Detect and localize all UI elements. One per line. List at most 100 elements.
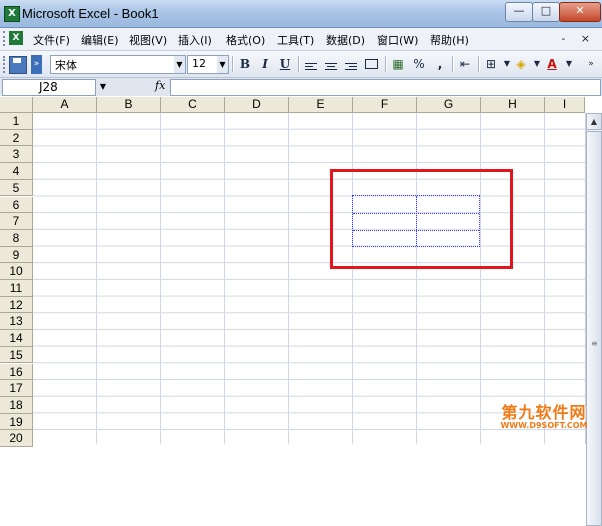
title-bar: X Microsoft Excel - Book1 — □ ✕ — [0, 0, 602, 28]
menu-grip-handle[interactable] — [3, 31, 8, 46]
close-button[interactable]: ✕ — [559, 2, 601, 22]
column-header-d[interactable]: D — [225, 97, 289, 113]
column-header-c[interactable]: C — [161, 97, 225, 113]
bold-button[interactable]: B — [236, 55, 254, 73]
toolbar-options-chevron-icon[interactable]: » — [31, 55, 42, 74]
align-right-button[interactable] — [342, 55, 360, 73]
row-header-7[interactable]: 7 — [0, 213, 33, 230]
column-header-a[interactable]: A — [33, 97, 97, 113]
font-name-dropdown-arrow-icon[interactable]: ▼ — [174, 55, 186, 74]
watermark-logo-text: 第九软件网 — [501, 403, 587, 422]
toolbar-grip-handle[interactable] — [3, 56, 8, 73]
toolbar-separator — [298, 56, 300, 72]
row-header-20[interactable]: 20 — [0, 430, 33, 447]
menu-window[interactable]: 窗口(W) — [377, 32, 418, 48]
font-size-value: 12 — [192, 57, 206, 70]
menu-help[interactable]: 帮助(H) — [430, 32, 469, 48]
row-header-17[interactable]: 17 — [0, 380, 33, 397]
name-box-dropdown-arrow-icon[interactable]: ▼ — [96, 79, 110, 94]
menu-tools[interactable]: 工具(T) — [277, 32, 314, 48]
insert-function-icon[interactable]: fx — [155, 79, 165, 92]
row-header-12[interactable]: 12 — [0, 296, 33, 314]
cell-area[interactable] — [33, 113, 585, 444]
row-header-16[interactable]: 16 — [0, 363, 33, 381]
row-header-15[interactable]: 15 — [0, 346, 33, 364]
menu-bar: X 文件(F) 编辑(E) 视图(V) 插入(I) 格式(O) 工具(T) 数据… — [0, 28, 602, 51]
row-header-9[interactable]: 9 — [0, 246, 33, 264]
toolbar-separator — [385, 56, 387, 72]
menu-format[interactable]: 格式(O) — [226, 32, 265, 48]
toolbar-separator — [232, 56, 234, 72]
row-header-10[interactable]: 10 — [0, 263, 33, 280]
menu-insert[interactable]: 插入(I) — [178, 32, 212, 48]
floppy-disk-icon — [13, 58, 21, 63]
row-header-3[interactable]: 3 — [0, 146, 33, 164]
font-size-dropdown-arrow-icon[interactable]: ▼ — [217, 55, 229, 74]
worksheet-grid: A B C D E F G H I 1 2 3 4 5 6 7 8 9 10 11 12 13 14 15 16 17 18 19 20 — [0, 97, 602, 447]
excel-icon[interactable]: X — [4, 6, 20, 22]
formatting-toolbar: » 宋体 ▼ 12 ▼ B I U ▦ % , ⇤ ⊞ ▼ ◈ ▼ A ▼ » — [0, 51, 602, 78]
italic-button[interactable]: I — [256, 55, 274, 73]
column-header-e[interactable]: E — [289, 97, 353, 113]
row-header-18[interactable]: 18 — [0, 396, 33, 414]
column-header-g[interactable]: G — [417, 97, 481, 113]
merge-cells-icon — [365, 59, 378, 69]
scroll-grip-icon: ≡ — [591, 339, 598, 348]
merge-center-button[interactable] — [363, 55, 381, 73]
underline-button[interactable]: U — [276, 55, 294, 73]
currency-icon: ▦ — [392, 57, 404, 71]
column-header-f[interactable]: F — [353, 97, 417, 113]
vertical-scrollbar[interactable]: ▲ ≡ — [585, 113, 602, 526]
row-header-5[interactable]: 5 — [0, 179, 33, 197]
menu-data[interactable]: 数据(D) — [326, 32, 365, 48]
toolbar-separator — [452, 56, 454, 72]
site-watermark: 第九软件网 WWW.D9SOFT.COM — [488, 399, 600, 430]
align-left-button[interactable] — [302, 55, 320, 73]
font-name-value: 宋体 — [55, 59, 77, 72]
row-header-8[interactable]: 8 — [0, 229, 33, 247]
row-header-11[interactable]: 11 — [0, 280, 33, 297]
maximize-button[interactable]: □ — [532, 2, 560, 22]
percent-button[interactable]: % — [410, 55, 428, 73]
row-header-2[interactable]: 2 — [0, 129, 33, 147]
save-button[interactable] — [9, 56, 27, 74]
row-header-19[interactable]: 19 — [0, 413, 33, 431]
align-right-icon — [345, 63, 357, 73]
workbook-icon[interactable]: X — [9, 31, 23, 45]
decrease-indent-button[interactable]: ⇤ — [456, 55, 474, 73]
paint-bucket-icon: ◈ — [516, 57, 526, 71]
comma-style-button[interactable]: , — [431, 55, 449, 73]
row-header-1[interactable]: 1 — [0, 113, 33, 130]
font-color-dropdown-arrow-icon[interactable]: ▼ — [560, 55, 578, 73]
currency-button[interactable]: ▦ — [389, 55, 407, 73]
row-header-4[interactable]: 4 — [0, 163, 33, 180]
row-header-14[interactable]: 14 — [0, 330, 33, 347]
minimize-button[interactable]: — — [505, 2, 533, 22]
menu-view[interactable]: 视图(V) — [129, 32, 167, 48]
align-left-icon — [305, 63, 317, 73]
column-header-b[interactable]: B — [97, 97, 161, 113]
font-color-button[interactable]: A — [543, 55, 561, 73]
menu-edit[interactable]: 编辑(E) — [81, 32, 119, 48]
name-box[interactable]: J28 — [2, 79, 96, 96]
borders-icon: ⊞ — [485, 57, 497, 71]
scroll-up-arrow-icon[interactable]: ▲ — [586, 113, 602, 130]
font-size-select[interactable]: 12 — [187, 55, 219, 74]
formula-bar: J28 ▼ fx — [0, 78, 602, 96]
toolbar-overflow-chevron-icon[interactable]: » — [582, 55, 600, 73]
row-header-13[interactable]: 13 — [0, 313, 33, 331]
scrollbar-thumb[interactable]: ≡ — [586, 131, 602, 526]
menu-file[interactable]: 文件(F) — [33, 32, 70, 48]
document-window-controls[interactable]: - × — [561, 32, 596, 45]
formula-input[interactable] — [170, 79, 601, 96]
font-name-select[interactable]: 宋体 — [50, 55, 176, 74]
column-header-i[interactable]: I — [545, 97, 585, 113]
row-header-6[interactable]: 6 — [0, 196, 33, 214]
column-header-h[interactable]: H — [481, 97, 545, 113]
window-title: Microsoft Excel - Book1 — [22, 6, 159, 21]
align-center-button[interactable] — [322, 55, 340, 73]
align-center-icon — [325, 63, 337, 73]
watermark-url: WWW.D9SOFT.COM — [500, 421, 588, 430]
toolbar-separator — [478, 56, 480, 72]
select-all-corner[interactable] — [0, 97, 33, 113]
